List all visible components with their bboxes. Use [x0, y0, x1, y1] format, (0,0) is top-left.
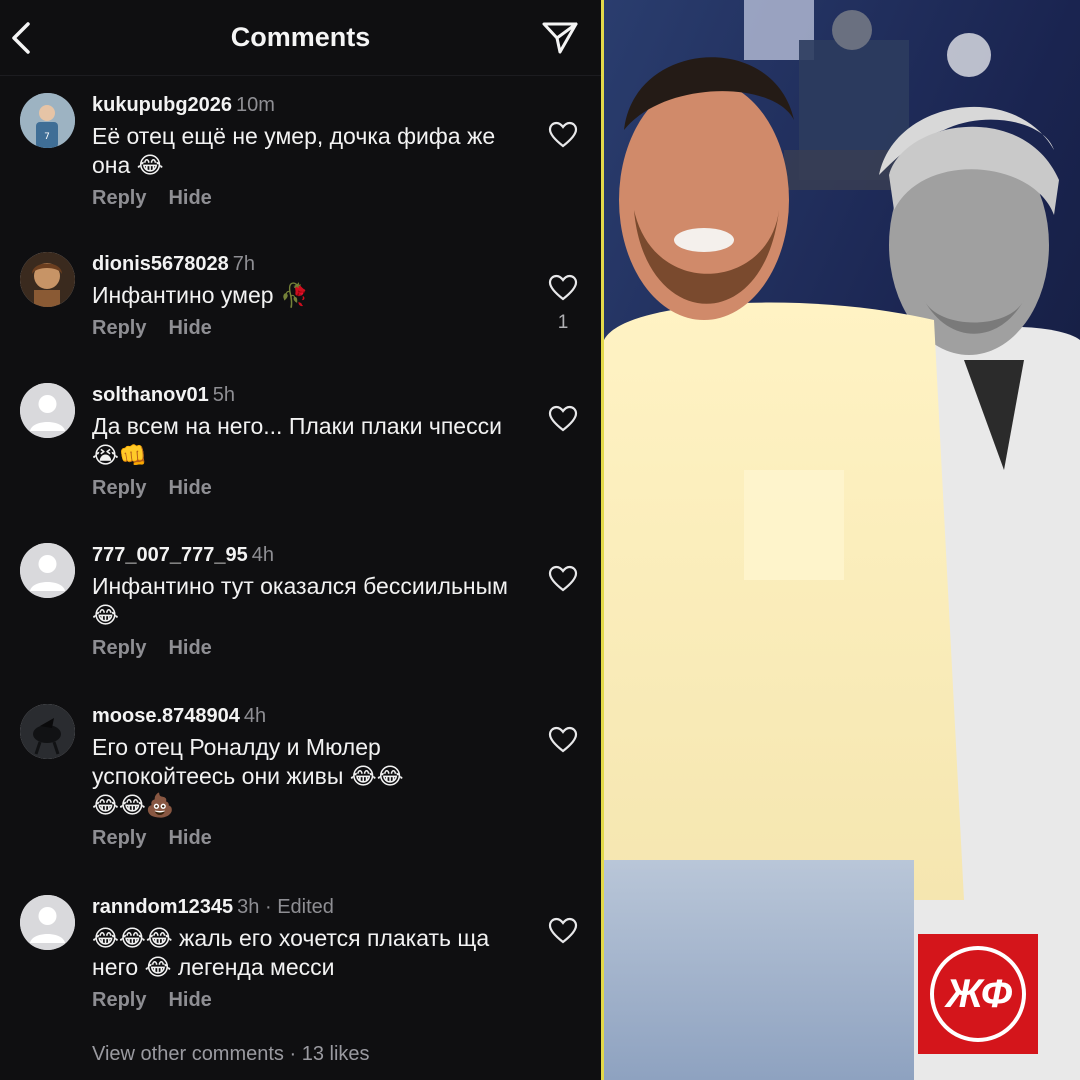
hide-button[interactable]: Hide	[168, 637, 211, 660]
avatar[interactable]	[20, 895, 75, 950]
like-button[interactable]	[548, 121, 578, 149]
comment-username[interactable]: solthanov01	[92, 384, 209, 406]
like-button[interactable]	[548, 405, 578, 433]
comment-username[interactable]: kukupubg2026	[92, 94, 232, 116]
comment-username[interactable]: dionis5678028	[92, 253, 229, 275]
comment-body: moose.8748904 4h Его отец Роналду и Мюлер…	[92, 704, 532, 850]
like-button[interactable]	[548, 917, 578, 945]
comment-body: 777_007_777_95 4h Инфантино тут оказался …	[92, 543, 532, 660]
share-button[interactable]	[540, 20, 580, 56]
avatar-photo-icon	[20, 252, 75, 307]
comments-header: Comments	[0, 0, 601, 76]
reply-button[interactable]: Reply	[92, 317, 146, 340]
reply-button[interactable]: Reply	[92, 637, 146, 660]
hide-button[interactable]: Hide	[168, 317, 211, 340]
logo-text: ЖФ	[945, 972, 1012, 1016]
comment-text: Инфантино умер 🥀	[92, 282, 309, 308]
comment-body: ranndom12345 3h · Edited 😂😂😂 жаль его хоч…	[92, 895, 532, 1012]
heart-outline-icon	[548, 565, 578, 592]
reply-button[interactable]: Reply	[92, 827, 146, 850]
hide-button[interactable]: Hide	[168, 827, 211, 850]
comment-body: solthanov01 5h Да всем на него... Плаки п…	[92, 383, 532, 500]
like-button[interactable]	[548, 726, 578, 754]
paper-plane-icon	[542, 22, 578, 54]
like-button[interactable]	[548, 565, 578, 593]
comment-text: Инфантино тут оказался бессиильным 😂	[92, 573, 508, 628]
comment-username[interactable]: moose.8748904	[92, 705, 240, 727]
comments-footer: View other comments · 13 likes	[92, 1043, 370, 1066]
page-title: Comments	[230, 22, 371, 52]
avatar-photo-icon	[20, 704, 75, 759]
person-silhouette-icon	[20, 543, 75, 598]
heart-outline-icon	[548, 917, 578, 944]
brand-logo: ЖФ	[918, 934, 1038, 1054]
comment-time: 4h	[251, 544, 274, 566]
person-silhouette-icon	[20, 895, 75, 950]
hide-button[interactable]: Hide	[168, 187, 211, 210]
avatar[interactable]	[20, 252, 75, 307]
avatar[interactable]	[20, 543, 75, 598]
comment-text-line: успокойтеесь они живы 😂😂	[92, 763, 404, 789]
comment-body: dionis5678028 7h Инфантино умер 🥀 Reply Hi…	[92, 252, 532, 340]
comment-time: 4h	[243, 705, 267, 727]
comment-text: 😂😂😂 жаль его хочется плакать ща него 😂 л…	[92, 925, 490, 980]
svg-text:7: 7	[44, 132, 50, 142]
photo-illustration	[604, 0, 1080, 1080]
comment-username[interactable]: ranndom12345	[92, 896, 233, 918]
avatar-photo-icon: 7	[20, 93, 75, 148]
comment-text: Его отец Роналду и Мюлер успокойтеесь он…	[92, 733, 532, 820]
heart-outline-icon	[548, 121, 578, 148]
like-button[interactable]	[548, 274, 578, 302]
like-count: 1	[557, 312, 569, 333]
person-silhouette-icon	[20, 383, 75, 438]
heart-outline-icon	[548, 405, 578, 432]
photo: ЖФ	[604, 0, 1080, 1080]
hide-button[interactable]: Hide	[168, 989, 211, 1012]
comment-time: 3h · Edited	[237, 896, 334, 918]
reply-button[interactable]: Reply	[92, 187, 146, 210]
comment-username[interactable]: 777_007_777_95	[92, 544, 248, 566]
heart-outline-icon	[548, 274, 578, 301]
avatar[interactable]	[20, 704, 75, 759]
view-other-comments-link[interactable]: View other comments	[92, 1043, 284, 1065]
hide-button[interactable]: Hide	[168, 477, 211, 500]
comment-text-line: 😂😂💩	[92, 792, 175, 818]
reply-button[interactable]: Reply	[92, 989, 146, 1012]
comment-time: 10m	[236, 94, 275, 116]
avatar[interactable]	[20, 383, 75, 438]
likes-count: · 13 likes	[289, 1043, 370, 1065]
comment-text: Её отец ещё не умер, дочка фифа же она 😂	[92, 123, 496, 178]
heart-outline-icon	[548, 726, 578, 753]
comments-panel: Comments 7 kukupubg2026 10m Её отец ещё н…	[0, 0, 601, 1080]
reply-button[interactable]: Reply	[92, 477, 146, 500]
comment-text: Да всем на него... Плаки плаки чпесси 😭👊	[92, 413, 502, 468]
avatar[interactable]: 7	[20, 93, 75, 148]
comment-time: 5h	[212, 384, 235, 406]
logo-ring: ЖФ	[930, 946, 1026, 1042]
comment-time: 7h	[232, 253, 255, 275]
comment-body: kukupubg2026 10m Её отец ещё не умер, доч…	[92, 93, 532, 210]
comment-text-line: Его отец Роналду и Мюлер	[92, 734, 381, 760]
